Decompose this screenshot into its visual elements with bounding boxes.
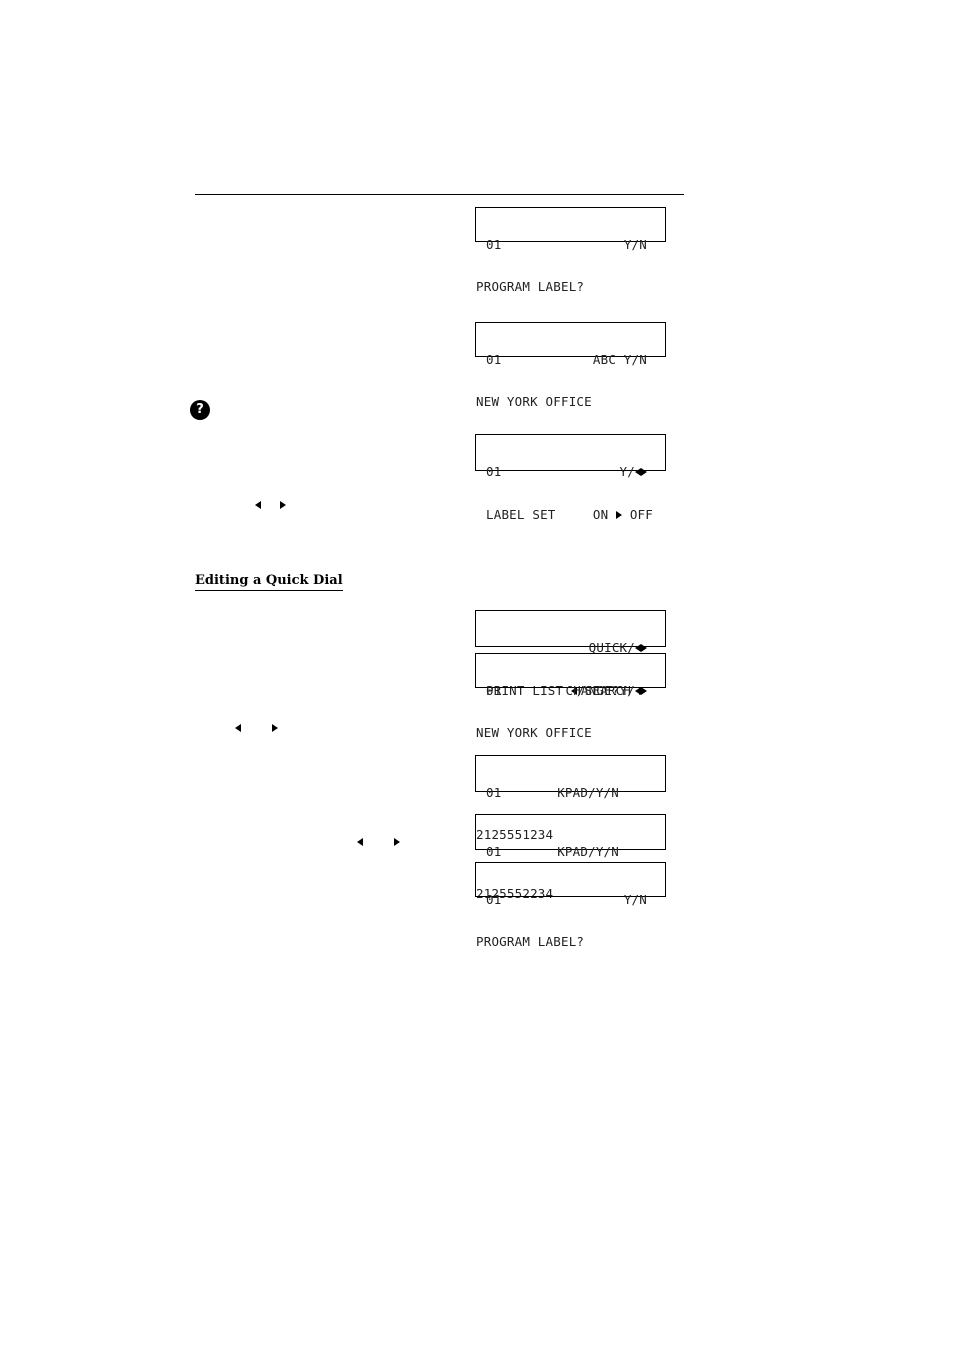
arrow-keys-reference bbox=[235, 717, 279, 736]
lcd-display-number-original: 01 KPAD/Y/N 2125551234 bbox=[475, 755, 666, 842]
lcd-line2: PROGRAM LABEL? bbox=[476, 934, 585, 949]
lcd-line1-left: 01 bbox=[486, 844, 502, 859]
lcd-line1-right: KPAD/Y/N bbox=[557, 844, 619, 859]
right-arrow-icon bbox=[641, 644, 647, 652]
right-arrow-icon bbox=[641, 687, 647, 695]
lcd-off-label: OFF bbox=[629, 507, 653, 522]
lcd-line1-right: Y/N bbox=[623, 237, 647, 252]
arrow-keys-reference bbox=[357, 831, 401, 850]
lcd-line1-left: 01 bbox=[486, 683, 502, 698]
lcd-display-change: 01 CHANGE?Y/ NEW YORK OFFICE bbox=[475, 653, 666, 740]
left-arrow-icon bbox=[357, 838, 363, 846]
left-arrow-icon bbox=[235, 724, 241, 732]
lcd-display-program-label-2: 01 Y/N PROGRAM LABEL? bbox=[475, 862, 666, 949]
right-arrow-icon bbox=[272, 724, 279, 732]
arrow-keys-reference bbox=[255, 494, 287, 513]
lcd-line2: PROGRAM LABEL? bbox=[476, 279, 585, 294]
lcd-display-number-edited: 01 KPAD/Y/N 2125552234 bbox=[475, 814, 666, 901]
lcd-on-label: ON bbox=[592, 507, 609, 522]
lcd-display-quick-search: QUICK/ PRINT LIST /SEARCH bbox=[475, 610, 666, 698]
lcd-line1-left: 01 bbox=[486, 352, 502, 367]
left-arrow-icon bbox=[255, 501, 261, 509]
right-arrow-icon bbox=[280, 501, 287, 509]
lcd-line1-right: KPAD/Y/N bbox=[557, 785, 619, 800]
lcd-display-label-entry: 01 ABC Y/N NEW YORK OFFICE bbox=[475, 322, 666, 409]
lcd-line1-right: Y/N bbox=[623, 892, 647, 907]
lcd-display-label-set: 01 Y/ LABEL SET ON OFF bbox=[475, 434, 666, 522]
lcd-line1-right-text: CHANGE?Y/ bbox=[565, 683, 635, 698]
lcd-line2-right: ON OFF bbox=[593, 508, 653, 522]
lcd-line2: NEW YORK OFFICE bbox=[476, 394, 592, 409]
lcd-line2-left: LABEL SET bbox=[486, 507, 556, 522]
lcd-line1-right: ABC Y/N bbox=[592, 352, 647, 367]
lcd-line1-right: Y/ bbox=[620, 465, 647, 479]
right-arrow-icon bbox=[394, 838, 401, 846]
header-rule bbox=[195, 194, 684, 195]
section-heading: Editing a Quick Dial bbox=[195, 573, 343, 591]
lcd-line1-left: 01 bbox=[486, 785, 502, 800]
lcd-line1-right-text: Y/ bbox=[619, 464, 635, 479]
lcd-line1-left: 01 bbox=[486, 892, 502, 907]
lcd-line2: NEW YORK OFFICE bbox=[476, 725, 592, 740]
right-arrow-icon bbox=[641, 468, 647, 476]
lcd-line1-left: 01 bbox=[486, 237, 502, 252]
lcd-line1-right: CHANGE?Y/ bbox=[565, 684, 647, 698]
right-arrow-icon bbox=[616, 511, 623, 519]
question-mark-icon: ? bbox=[190, 400, 210, 420]
lcd-display-program-label: 01 Y/N PROGRAM LABEL? bbox=[475, 207, 666, 294]
lcd-line1-left: 01 bbox=[486, 464, 502, 479]
